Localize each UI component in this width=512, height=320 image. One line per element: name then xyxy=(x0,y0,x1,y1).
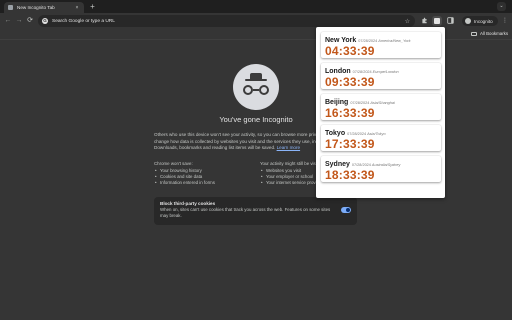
city-name: Beijing xyxy=(325,99,349,106)
side-panel-icon[interactable] xyxy=(446,17,454,25)
city-clock-card: Beijing 07/28/2024Asia/Shanghai 16:33:39 xyxy=(321,94,441,120)
city-date: 07/28/2024 xyxy=(352,70,372,74)
city-date: 07/28/2024 xyxy=(351,163,371,167)
reload-button[interactable]: ⟳ xyxy=(25,16,35,26)
google-icon: G xyxy=(42,18,48,24)
incognito-icon xyxy=(465,18,471,24)
block-cookies-toggle[interactable] xyxy=(341,207,351,213)
city-name: London xyxy=(325,68,351,75)
city-time: 17:33:39 xyxy=(325,137,375,151)
more-menu-icon[interactable]: ⋮ xyxy=(502,17,508,25)
incognito-hero-icon xyxy=(233,64,279,110)
learn-more-link[interactable]: Learn more xyxy=(277,145,301,150)
omnibox-placeholder[interactable]: Search Google or type a URL xyxy=(52,19,405,24)
forward-button[interactable]: → xyxy=(14,16,24,26)
third-party-cookies-card: Block third-party cookies When on, sites… xyxy=(154,197,357,225)
tab-search-button[interactable]: ⌄ xyxy=(497,2,506,11)
back-button[interactable]: ← xyxy=(3,16,13,26)
city-timezone: Europe/London xyxy=(372,70,399,74)
world-clock-extension-icon[interactable] xyxy=(432,16,442,26)
city-timezone: Asia/Tokyo xyxy=(367,132,386,136)
city-timezone: Asia/Shanghai xyxy=(370,101,395,105)
all-bookmarks-link[interactable]: All Bookmarks xyxy=(480,31,508,36)
city-date: 07/28/2024 xyxy=(350,101,370,105)
world-clock-popup: New York 07/28/2024America/New_York 04:33:… xyxy=(316,27,445,198)
incognito-tab-icon xyxy=(8,5,13,10)
city-timezone: America/New_York xyxy=(378,39,411,43)
city-clock-card: Tokyo 07/28/2024Asia/Tokyo 17:33:39 xyxy=(321,125,441,151)
incognito-profile-chip[interactable]: Incognito xyxy=(462,16,498,26)
city-clock-card: London 07/28/2024Europe/London 09:33:39 xyxy=(321,63,441,89)
bookmark-star-icon[interactable]: ☆ xyxy=(405,18,410,25)
city-name: Sydney xyxy=(325,161,350,168)
tab-new-incognito[interactable]: New Incognito Tab × xyxy=(4,2,84,13)
folder-icon xyxy=(471,32,477,36)
extensions-puzzle-icon[interactable] xyxy=(420,17,428,25)
city-time: 04:33:39 xyxy=(325,44,375,58)
tab-strip: New Incognito Tab × + ⌄ xyxy=(0,0,512,13)
wont-save-list: Chrome won't save: Your browsing history… xyxy=(154,161,252,186)
tab-close-icon[interactable]: × xyxy=(74,5,80,11)
city-name: New York xyxy=(325,37,357,44)
cookies-description: When on, sites can't use cookies that tr… xyxy=(160,207,331,218)
new-tab-button[interactable]: + xyxy=(88,2,97,11)
omnibox[interactable]: G Search Google or type a URL ☆ xyxy=(38,15,415,27)
city-timezone: Australia/Sydney xyxy=(371,163,401,167)
city-time: 18:33:39 xyxy=(325,168,375,182)
city-clock-card: New York 07/28/2024America/New_York 04:33:… xyxy=(321,32,441,58)
list-item: Information entered in forms xyxy=(154,180,252,186)
cookies-title: Block third-party cookies xyxy=(160,201,216,206)
city-date: 07/28/2024 xyxy=(358,39,378,43)
city-clock-card: Sydney 07/28/2024Australia/Sydney 18:33:39 xyxy=(321,156,441,182)
wont-save-title: Chrome won't save: xyxy=(154,161,193,166)
city-name: Tokyo xyxy=(325,130,346,137)
tab-title: New Incognito Tab xyxy=(17,5,55,10)
city-date: 07/28/2024 xyxy=(347,132,367,136)
city-time: 16:33:39 xyxy=(325,106,375,120)
incognito-label: Incognito xyxy=(474,18,493,24)
city-time: 09:33:39 xyxy=(325,75,375,89)
